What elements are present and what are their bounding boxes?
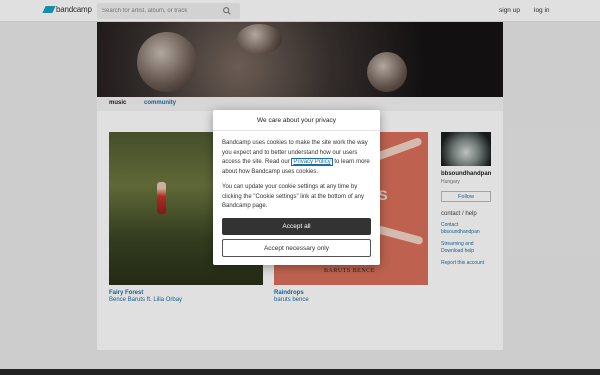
privacy-policy-link[interactable]: Privacy Policy: [291, 158, 333, 166]
dialog-body: Bandcamp uses cookies to make the site w…: [213, 131, 380, 212]
accept-necessary-button[interactable]: Accept necessary only: [222, 239, 371, 257]
cookie-explanation: Bandcamp uses cookies to make the site w…: [222, 139, 371, 177]
cookie-dialog: We care about your privacy Bandcamp uses…: [213, 110, 380, 265]
cookie-settings-note: You can update your cookie settings at a…: [222, 184, 364, 209]
accept-all-button[interactable]: Accept all: [222, 218, 371, 235]
dialog-title: We care about your privacy: [213, 110, 380, 131]
